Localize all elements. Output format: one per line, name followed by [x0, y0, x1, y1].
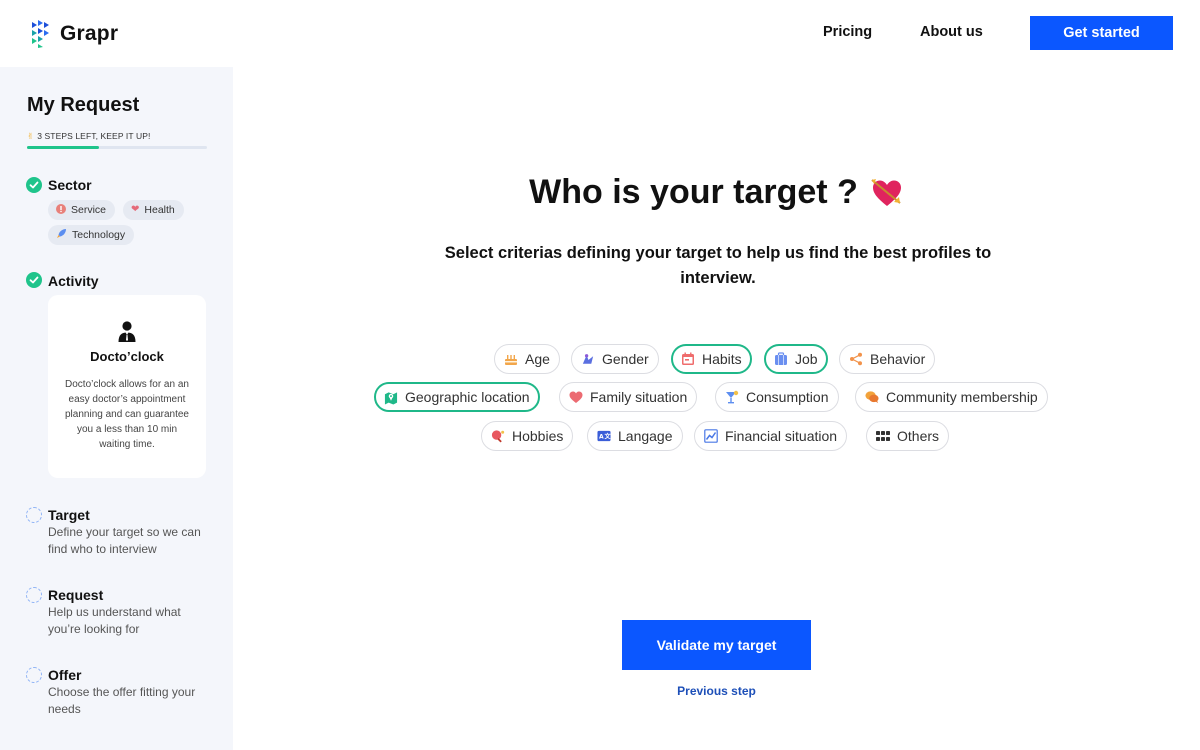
- criteria-chip-geographic-location[interactable]: Geographic location: [374, 382, 540, 412]
- progress-bar: [27, 146, 207, 149]
- criteria-chip-hobbies[interactable]: Hobbies: [481, 421, 574, 451]
- step-offer-title: Offer: [48, 667, 82, 683]
- activity-card-description: Docto’clock allows for an an easy doctor…: [65, 379, 189, 450]
- top-bar: Grapr Pricing About us Get started: [0, 0, 1200, 67]
- validate-target-button[interactable]: Validate my target: [622, 620, 811, 670]
- sector-tag-health: ❤ Health: [123, 200, 184, 220]
- heart-icon: ❤: [131, 204, 140, 215]
- criteria-chip-financial-situation[interactable]: Financial situation: [694, 421, 848, 451]
- step-pending-icon: [26, 587, 42, 603]
- criteria-chip-gender[interactable]: Gender: [571, 344, 659, 374]
- svg-text:A: A: [599, 434, 604, 441]
- briefcase-icon: [774, 352, 788, 366]
- map-icon: [384, 390, 398, 404]
- sector-tag-technology: Technology: [48, 225, 135, 245]
- nav-pricing-link[interactable]: Pricing: [823, 24, 872, 40]
- step-activity-title: Activity: [48, 273, 99, 289]
- activity-card-name: Docto’clock: [90, 349, 164, 364]
- nav-about-link[interactable]: About us: [920, 24, 983, 40]
- logo[interactable]: Grapr: [30, 19, 118, 49]
- chat-bubbles-icon: [865, 390, 879, 404]
- cocktail-icon: [725, 390, 739, 404]
- page-title: Who is your target ?: [233, 173, 1200, 212]
- criteria-chip-job[interactable]: Job: [764, 344, 828, 374]
- step-pending-icon: [26, 667, 42, 683]
- get-started-button[interactable]: Get started: [1030, 16, 1173, 50]
- sidebar-progress: My Request ✌ 3 STEPS LEFT, KEEP IT UP! Se…: [0, 67, 233, 750]
- cake-icon: [504, 352, 518, 366]
- translate-icon: A文: [597, 429, 611, 443]
- grid-icon: [876, 429, 890, 443]
- progress-bar-fill: [27, 146, 99, 149]
- step-offer-description: Choose the offer fitting your needs: [48, 685, 196, 716]
- chart-icon: [704, 429, 718, 443]
- step-request-title: Request: [48, 587, 104, 603]
- waving-hand-icon: ✌: [27, 131, 35, 141]
- logo-text: Grapr: [60, 22, 119, 45]
- progress-label: ✌ 3 STEPS LEFT, KEEP IT UP!: [27, 131, 151, 141]
- criteria-chip-consumption[interactable]: Consumption: [715, 382, 839, 412]
- criteria-chip-behavior[interactable]: Behavior: [839, 344, 936, 374]
- criteria-chip-habits[interactable]: Habits: [671, 344, 752, 374]
- step-sector-title: Sector: [48, 177, 92, 193]
- criteria-chip-age[interactable]: Age: [494, 344, 560, 374]
- step-target-title: Target: [48, 507, 90, 523]
- previous-step-link[interactable]: Previous step: [622, 684, 811, 698]
- criteria-chip-langage[interactable]: A文 Langage: [587, 421, 683, 451]
- rocket-icon: [56, 228, 67, 242]
- sidebar-title: My Request: [27, 94, 140, 116]
- share-icon: [849, 352, 863, 366]
- criteria-chip-family-situation[interactable]: Family situation: [559, 382, 698, 412]
- service-icon: [56, 203, 66, 217]
- heart-icon: [569, 390, 583, 404]
- step-done-check-icon: [26, 272, 42, 288]
- criteria-chip-others[interactable]: Others: [866, 421, 950, 451]
- step-request-description: Help us understand what you’re looking f…: [48, 605, 181, 636]
- sector-tag-service: Service: [48, 200, 116, 220]
- calendar-icon: [681, 352, 695, 366]
- svg-text:文: 文: [603, 433, 611, 441]
- person-icon: [118, 321, 136, 342]
- page-subtitle: Select criterias defining your target to…: [444, 244, 992, 287]
- ping-pong-icon: [491, 429, 505, 443]
- grapr-logo-icon: [32, 20, 49, 48]
- step-done-check-icon: [26, 177, 42, 193]
- heart-with-arrow-icon: [871, 178, 901, 206]
- step-pending-icon: [26, 507, 42, 523]
- gender-icon: [581, 352, 595, 366]
- activity-card: Docto’clock Docto’clock allows for an an…: [48, 295, 206, 478]
- criteria-chip-community-membership[interactable]: Community membership: [855, 382, 1048, 412]
- step-target-description: Define your target so we can find who to…: [48, 525, 201, 556]
